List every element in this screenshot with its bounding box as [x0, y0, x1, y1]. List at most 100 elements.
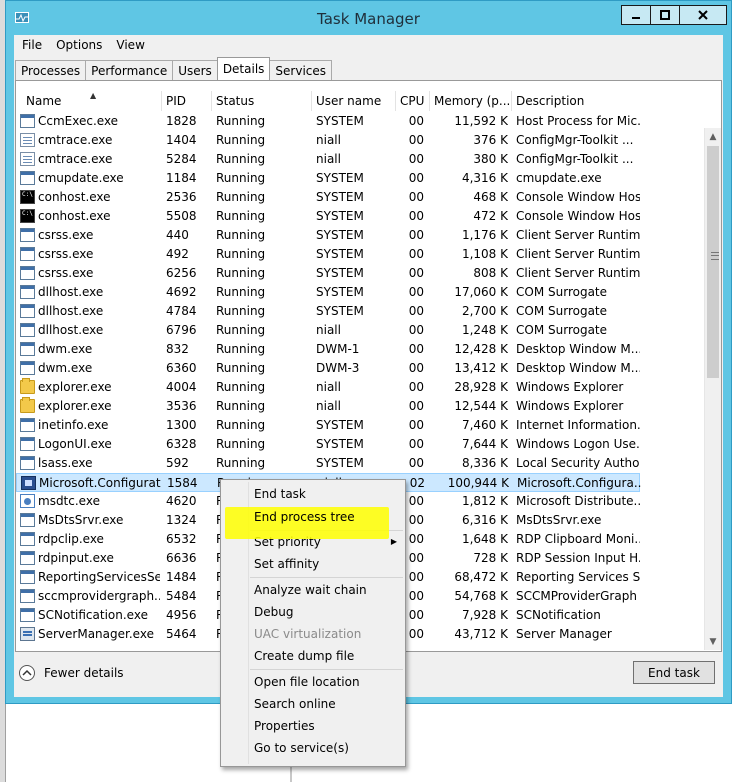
- window-icon: [20, 285, 35, 299]
- ctx-analyze-wait-chain[interactable]: Analyze wait chain: [254, 580, 367, 600]
- cell-pid: 1404: [166, 133, 197, 147]
- table-row[interactable]: LogonUI.exe 6328 Running SYSTEM 00 7,644 K Win…: [16, 435, 706, 454]
- cell-name: dwm.exe: [38, 361, 93, 375]
- cell-cpu: 00: [408, 209, 424, 223]
- cell-pid: 6256: [166, 266, 197, 280]
- column-header-status[interactable]: Status: [212, 91, 312, 111]
- table-row[interactable]: lsass.exe 592 Running SYSTEM 00 8,336 K Local …: [16, 454, 706, 473]
- vertical-scrollbar[interactable]: ▲ ▼: [704, 128, 721, 650]
- cell-pid: 6796: [166, 323, 197, 337]
- window-icon: [20, 437, 35, 451]
- table-row[interactable]: cmtrace.exe 1404 Running niall 00 376 K Config…: [16, 131, 706, 150]
- cell-pid: 5284: [166, 152, 197, 166]
- cell-pid: 4956: [166, 608, 197, 622]
- column-header-cpu[interactable]: CPU: [396, 91, 430, 111]
- table-row[interactable]: csrss.exe 492 Running SYSTEM 00 1,108 K Client…: [16, 245, 706, 264]
- cell-name: dllhost.exe: [38, 304, 104, 318]
- column-header-description[interactable]: Description: [512, 91, 642, 111]
- cell-cpu: 00: [408, 190, 424, 204]
- ctx-open-file-location[interactable]: Open file location: [254, 672, 360, 692]
- table-row[interactable]: dllhost.exe 4692 Running SYSTEM 00 17,060 K CO…: [16, 283, 706, 302]
- cell-username: SYSTEM: [316, 285, 364, 299]
- cell-cpu: 00: [408, 228, 424, 242]
- table-row[interactable]: dllhost.exe 4784 Running SYSTEM 00 2,700 K COM…: [16, 302, 706, 321]
- cell-name: explorer.exe: [38, 399, 112, 413]
- table-row[interactable]: dllhost.exe 6796 Running niall 00 1,248 K COM …: [16, 321, 706, 340]
- table-row[interactable]: csrss.exe 440 Running SYSTEM 00 1,176 K Client…: [16, 226, 706, 245]
- server-icon: [20, 627, 35, 641]
- menu-options[interactable]: Options: [50, 38, 108, 52]
- ctx-end-task[interactable]: End task: [254, 484, 306, 504]
- table-row[interactable]: inetinfo.exe 1300 Running SYSTEM 00 7,460 K In…: [16, 416, 706, 435]
- ctx-debug[interactable]: Debug: [254, 602, 293, 622]
- cell-memory: 4,316 K: [461, 171, 508, 185]
- end-task-button[interactable]: End task: [633, 661, 715, 684]
- cell-cpu: 00: [408, 361, 424, 375]
- table-row[interactable]: explorer.exe 4004 Running niall 00 28,928 K Wi…: [16, 378, 706, 397]
- minimize-button[interactable]: [621, 5, 651, 25]
- cell-name: inetinfo.exe: [38, 418, 109, 432]
- column-header-pid[interactable]: PID: [162, 91, 212, 111]
- cell-pid: 6360: [166, 361, 197, 375]
- cell-status: Running: [216, 266, 266, 280]
- scroll-down-arrow-icon[interactable]: ▼: [705, 633, 721, 650]
- window-icon: [20, 114, 35, 128]
- tab-users[interactable]: Users: [172, 60, 218, 80]
- cell-pid: 5464: [166, 627, 197, 641]
- cell-pid: 5484: [166, 589, 197, 603]
- column-header-name[interactable]: Name ▲: [22, 91, 162, 111]
- menu-view[interactable]: View: [110, 38, 150, 52]
- table-row[interactable]: dwm.exe 832 Running DWM-1 00 12,428 K Desktop …: [16, 340, 706, 359]
- cell-username: SYSTEM: [316, 114, 364, 128]
- ctx-search-online[interactable]: Search online: [254, 694, 336, 714]
- ctx-go-to-services[interactable]: Go to service(s): [254, 738, 349, 758]
- cell-status: Running: [216, 190, 266, 204]
- cell-pid: 832: [166, 342, 189, 356]
- cell-username: SYSTEM: [316, 247, 364, 261]
- cell-memory: 68,472 K: [454, 570, 508, 584]
- cell-description: Windows Explorer: [516, 399, 624, 413]
- table-row[interactable]: conhost.exe 2536 Running SYSTEM 00 468 K Conso…: [16, 188, 706, 207]
- ctx-set-affinity[interactable]: Set affinity: [254, 554, 319, 574]
- folder-icon: [20, 397, 35, 413]
- scroll-up-arrow-icon[interactable]: ▲: [705, 128, 721, 145]
- ctx-properties[interactable]: Properties: [254, 716, 315, 736]
- table-row[interactable]: dwm.exe 6360 Running DWM-3 00 13,412 K Desktop…: [16, 359, 706, 378]
- maximize-button[interactable]: [650, 5, 680, 25]
- ctx-end-process-tree[interactable]: End process tree: [254, 507, 355, 527]
- fewer-details-toggle[interactable]: Fewer details: [19, 665, 124, 681]
- window-icon: [20, 589, 35, 603]
- cell-description: COM Surrogate: [516, 285, 608, 299]
- scrollbar-thumb[interactable]: [707, 146, 719, 378]
- column-header-username[interactable]: User name: [312, 91, 396, 111]
- table-row[interactable]: cmtrace.exe 5284 Running niall 00 380 K Config…: [16, 150, 706, 169]
- menu-file[interactable]: File: [16, 38, 48, 52]
- cell-cpu: 00: [408, 399, 424, 413]
- table-row[interactable]: csrss.exe 6256 Running SYSTEM 00 808 K Client …: [16, 264, 706, 283]
- tab-details[interactable]: Details: [216, 57, 271, 80]
- tab-services[interactable]: Services: [269, 60, 333, 80]
- window-icon: [20, 342, 35, 356]
- table-row[interactable]: cmupdate.exe 1184 Running SYSTEM 00 4,316 K cm…: [16, 169, 706, 188]
- cell-name: conhost.exe: [38, 209, 111, 223]
- cell-description: ConfigMgr-Toolkit ...: [516, 152, 634, 166]
- close-button[interactable]: [679, 5, 727, 25]
- table-row[interactable]: CcmExec.exe 1828 Running SYSTEM 00 11,592 K Ho…: [16, 112, 706, 131]
- tab-processes[interactable]: Processes: [15, 60, 87, 80]
- cell-username: SYSTEM: [316, 228, 364, 242]
- cell-username: DWM-1: [316, 342, 360, 356]
- ctx-uac-virtualization: UAC virtualization: [254, 627, 362, 641]
- cell-name: cmupdate.exe: [38, 171, 124, 185]
- cell-name: msdtc.exe: [38, 494, 100, 508]
- cell-description: Server Manager: [516, 627, 612, 641]
- ctx-create-dump-file[interactable]: Create dump file: [254, 646, 354, 666]
- close-icon: [698, 10, 708, 20]
- table-row[interactable]: explorer.exe 3536 Running niall 00 12,544 K Wi…: [16, 397, 706, 416]
- table-row[interactable]: conhost.exe 5508 Running SYSTEM 00 472 K Conso…: [16, 207, 706, 226]
- column-header-memory[interactable]: Memory (p...: [430, 91, 512, 111]
- tab-performance[interactable]: Performance: [85, 60, 174, 80]
- cell-status: Running: [216, 456, 266, 470]
- cell-name: sccmprovidergraph....: [38, 589, 160, 603]
- title-bar[interactable]: Task Manager: [6, 1, 731, 35]
- cell-description: SCCMProviderGraph: [516, 589, 637, 603]
